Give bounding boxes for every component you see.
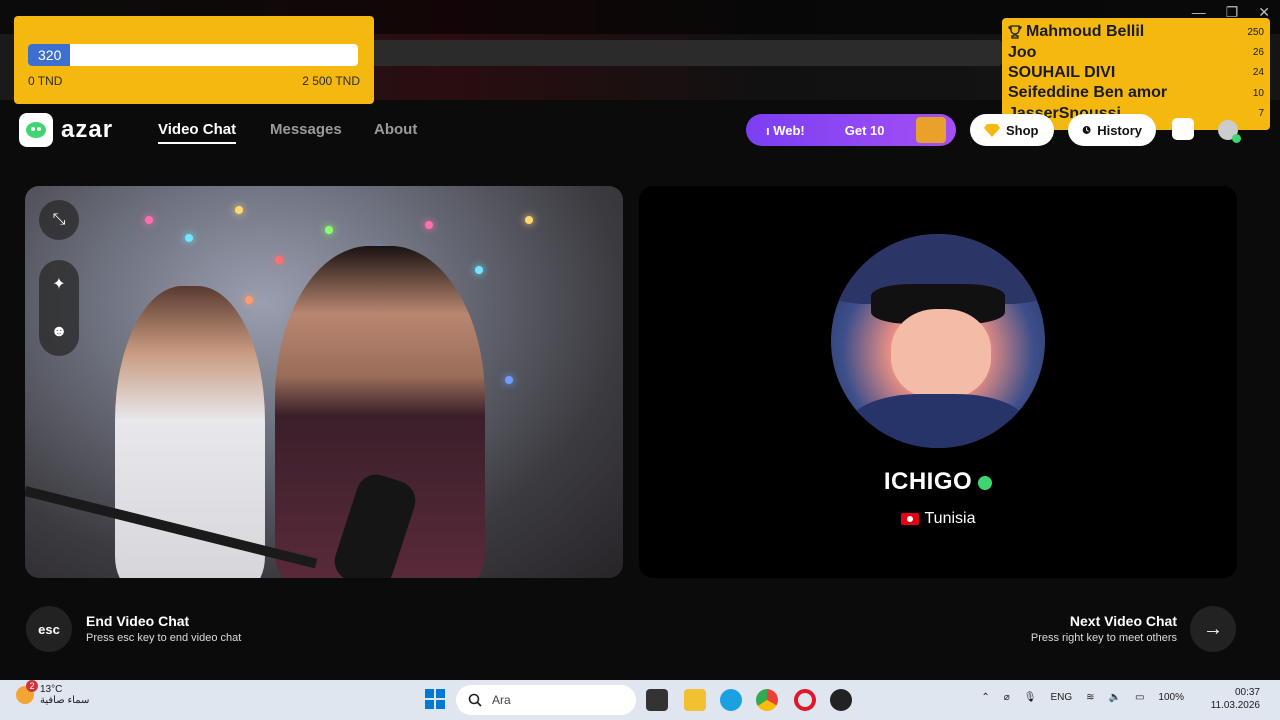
esc-key-label: esc [38, 621, 60, 637]
clock-date: 11.03.2026 [1210, 700, 1260, 711]
taskbar-search[interactable]: Ara [456, 685, 636, 715]
leaderboard-row: Joo 26 [1008, 42, 1264, 62]
weather-widget[interactable]: 2 13°C سماء صافية [16, 680, 90, 706]
screen: — ❐ ✕ 320 0 TND 2 500 TND Mahmoud Bellil… [0, 0, 1280, 720]
file-explorer-icon[interactable] [684, 689, 706, 711]
face-filter-icon[interactable]: ☻ [49, 322, 69, 342]
end-chat-hint: Press esc key to end video chat [86, 632, 242, 644]
shop-label: Shop [1006, 122, 1039, 138]
leaderboard-score: 24 [1252, 67, 1264, 79]
volume-icon[interactable]: 🔈 [1109, 692, 1121, 703]
partner-name-row: ICHIGO [639, 468, 1237, 496]
minimize-video-control[interactable]: ⤡ [39, 200, 79, 240]
local-video-panel: ⤡ ✦ ☻ [25, 186, 623, 578]
search-placeholder: Ara [492, 693, 511, 707]
tunisia-flag-icon [900, 513, 919, 525]
system-tray: ⌃ ⌀ 🎙 ENG ≋ 🔈 ▭ 100% [981, 692, 1184, 703]
weather-temp: 13°C [40, 684, 63, 695]
obs-icon[interactable] [830, 689, 852, 711]
leaderboard-score: 10 [1252, 87, 1264, 99]
system-clock[interactable]: 00:37 11.03.2026 [1211, 686, 1260, 712]
gem-icon [984, 124, 1000, 137]
notifications-button[interactable] [1172, 118, 1194, 140]
leaderboard-name: Seifeddine Ben amor [1008, 84, 1168, 102]
leaderboard-score: 250 [1247, 26, 1264, 38]
magic-wand-icon[interactable]: ✦ [49, 274, 69, 294]
leaderboard-name: Mahmoud Bellil [1026, 23, 1145, 41]
nav-about[interactable]: About [374, 121, 417, 138]
goal-current-value: 320 [38, 47, 62, 63]
partner-name: ICHIGO [883, 468, 973, 495]
goal-min-label: 0 TND [28, 74, 63, 88]
top-nav: azar Video Chat Messages About ı Web! Ge… [0, 108, 1280, 152]
chrome-icon[interactable] [756, 689, 778, 711]
history-icon [1082, 126, 1091, 134]
azar-logo-icon [19, 113, 53, 147]
battery-icon[interactable]: ▭ [1135, 692, 1144, 703]
promo-banner[interactable]: ı Web! Get 10 [746, 114, 956, 146]
leaderboard-name: SOUHAIL DIVI [1008, 63, 1116, 81]
leaderboard-score: 26 [1252, 47, 1264, 59]
goal-max-label: 2 500 TND [302, 74, 360, 88]
promo-text-right: Get 10 [844, 122, 885, 138]
history-label: History [1097, 122, 1142, 138]
language-indicator[interactable]: ENG [1050, 692, 1072, 703]
leaderboard-row: Seifeddine Ben amor 10 [1008, 83, 1264, 103]
treasure-chest-icon [916, 117, 946, 143]
partner-video-panel: ICHIGO Tunisia [639, 186, 1237, 578]
arrow-right-icon: → [1203, 617, 1223, 640]
next-video-chat-button[interactable]: → [1190, 606, 1236, 652]
profile-avatar-icon[interactable] [1218, 120, 1241, 143]
next-chat-hint: Press right key to meet others [1030, 632, 1177, 644]
address-bar[interactable] [372, 40, 1002, 66]
video-effects-controls: ✦ ☻ [39, 260, 79, 356]
end-chat-title: End Video Chat [86, 613, 190, 629]
mic-muted-icon[interactable]: ⌀ [1004, 692, 1010, 703]
windows-start-icon[interactable] [425, 689, 445, 709]
clock-time: 00:37 [1234, 687, 1260, 698]
shop-button[interactable]: Shop [970, 114, 1054, 146]
next-chat-title: Next Video Chat [1069, 613, 1177, 629]
edge-icon[interactable] [720, 689, 742, 711]
goal-progress-fill: 320 [28, 44, 71, 66]
brand-name: azar [61, 116, 114, 143]
task-view-icon[interactable] [646, 689, 668, 711]
nav-messages[interactable]: Messages [270, 121, 342, 138]
promo-text-left: ı Web! [766, 122, 805, 138]
chevron-up-icon[interactable]: ⌃ [981, 692, 989, 703]
verified-badge-icon [978, 475, 993, 490]
search-icon [468, 693, 482, 707]
weather-desc: سماء صافية [40, 695, 90, 706]
weather-moon-icon: 2 [16, 680, 38, 704]
history-button[interactable]: History [1068, 114, 1156, 146]
opera-icon[interactable] [794, 689, 816, 711]
donation-goal-widget: 320 0 TND 2 500 TND [14, 16, 374, 104]
wifi-icon[interactable]: ≋ [1086, 692, 1094, 703]
shrink-icon: ⤡ [52, 211, 66, 228]
leaderboard-row: Mahmoud Bellil 250 [1008, 22, 1264, 42]
trophy-icon [1008, 25, 1022, 39]
leaderboard-row: SOUHAIL DIVI 24 [1008, 63, 1264, 83]
microphone-icon[interactable]: 🎙 [1024, 692, 1037, 703]
azar-logo[interactable]: azar [19, 113, 113, 147]
partner-avatar [831, 234, 1045, 448]
weather-badge: 2 [26, 680, 38, 692]
nav-video-chat[interactable]: Video Chat [158, 121, 237, 144]
end-video-chat-button[interactable]: esc [26, 606, 72, 652]
windows-taskbar: 2 13°C سماء صافية Ara ⌃ ⌀ 🎙 ENG ≋ 🔈 ▭ 10… [0, 680, 1280, 720]
partner-country: Tunisia [924, 510, 976, 527]
goal-progress-track: 320 [28, 44, 358, 66]
battery-percent: 100% [1158, 692, 1184, 703]
leaderboard-name: Joo [1008, 43, 1037, 61]
partner-country-row: Tunisia [639, 510, 1237, 528]
